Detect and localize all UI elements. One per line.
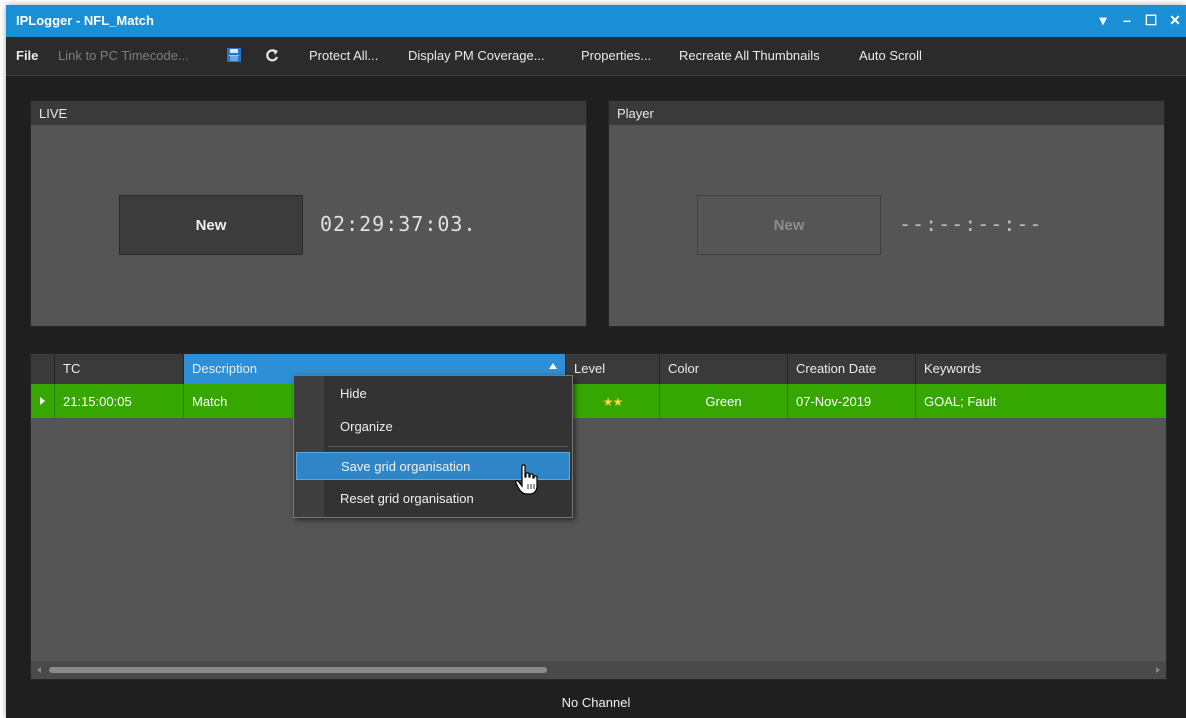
title-bar[interactable]: IPLogger - NFL_Match ▾ – ☐ ✕	[6, 5, 1186, 37]
player-new-button: New	[697, 195, 881, 255]
column-header-level[interactable]: Level	[566, 354, 660, 384]
menu-protect-all[interactable]: Protect All...	[309, 48, 378, 63]
app-window: IPLogger - NFL_Match ▾ – ☐ ✕ File Link t…	[6, 5, 1186, 718]
player-panel-header: Player	[609, 101, 1164, 125]
menu-display-pm-coverage[interactable]: Display PM Coverage...	[408, 48, 545, 63]
menu-link-timecode[interactable]: Link to PC Timecode...	[58, 48, 189, 63]
live-panel-header: LIVE	[31, 101, 586, 125]
maximize-icon[interactable]: ☐	[1144, 11, 1158, 29]
scroll-right-icon[interactable]	[1156, 667, 1160, 673]
horizontal-scrollbar[interactable]	[31, 661, 1166, 679]
status-bar: No Channel	[6, 687, 1186, 718]
column-header-creation-date[interactable]: Creation Date	[788, 354, 916, 384]
menu-item-hide[interactable]: Hide	[296, 380, 570, 408]
hand-cursor-icon	[515, 464, 538, 495]
dropdown-icon[interactable]: ▾	[1096, 11, 1110, 29]
live-panel-title: LIVE	[39, 106, 68, 121]
sort-ascending-icon	[549, 363, 557, 369]
menu-properties[interactable]: Properties...	[581, 48, 651, 63]
cell-creation-date[interactable]: 07-Nov-2019	[788, 384, 916, 418]
player-panel-title: Player	[617, 106, 654, 121]
menu-auto-scroll[interactable]: Auto Scroll	[859, 48, 922, 63]
live-new-button[interactable]: New	[119, 195, 303, 255]
cell-keywords[interactable]: GOAL; Fault	[916, 384, 1166, 418]
live-panel: LIVE New 02:29:37:03.	[30, 100, 587, 327]
close-icon[interactable]: ✕	[1168, 11, 1182, 29]
window-controls: ▾ – ☐ ✕	[1096, 11, 1182, 29]
menu-item-organize[interactable]: Organize	[296, 413, 570, 441]
row-indicator	[31, 384, 55, 418]
column-header-keywords[interactable]: Keywords	[916, 354, 1166, 384]
column-header-tc[interactable]: TC	[55, 354, 184, 384]
row-pointer-icon	[40, 397, 45, 405]
scrollbar-thumb[interactable]	[49, 667, 547, 673]
refresh-icon[interactable]	[263, 46, 281, 64]
grid-header: TC Description Level Color Creation Date…	[31, 354, 1166, 384]
window-title: IPLogger - NFL_Match	[16, 13, 154, 28]
player-timecode: --:--:--:--	[899, 212, 1043, 236]
column-header-description-label: Description	[192, 361, 258, 376]
save-icon[interactable]	[225, 46, 243, 64]
table-row[interactable]: 21:15:00:05 Match ★★ Green 07-Nov-2019 G…	[31, 384, 1166, 418]
cell-tc[interactable]: 21:15:00:05	[55, 384, 184, 418]
cell-color[interactable]: Green	[660, 384, 788, 418]
minimize-icon[interactable]: –	[1120, 11, 1134, 29]
menu-file[interactable]: File	[16, 48, 38, 63]
menu-separator	[328, 446, 568, 447]
row-indicator-header	[31, 354, 55, 384]
menu-bar: File Link to PC Timecode... Protect All.…	[6, 37, 1186, 76]
log-grid: TC Description Level Color Creation Date…	[30, 353, 1167, 680]
menu-recreate-thumbnails[interactable]: Recreate All Thumbnails	[679, 48, 820, 63]
player-panel: Player New --:--:--:--	[608, 100, 1165, 327]
live-timecode: 02:29:37:03.	[320, 212, 477, 236]
column-header-color[interactable]: Color	[660, 354, 788, 384]
cell-level[interactable]: ★★	[566, 384, 660, 418]
scroll-left-icon[interactable]	[37, 667, 41, 673]
star-rating-icon: ★★	[602, 395, 623, 409]
